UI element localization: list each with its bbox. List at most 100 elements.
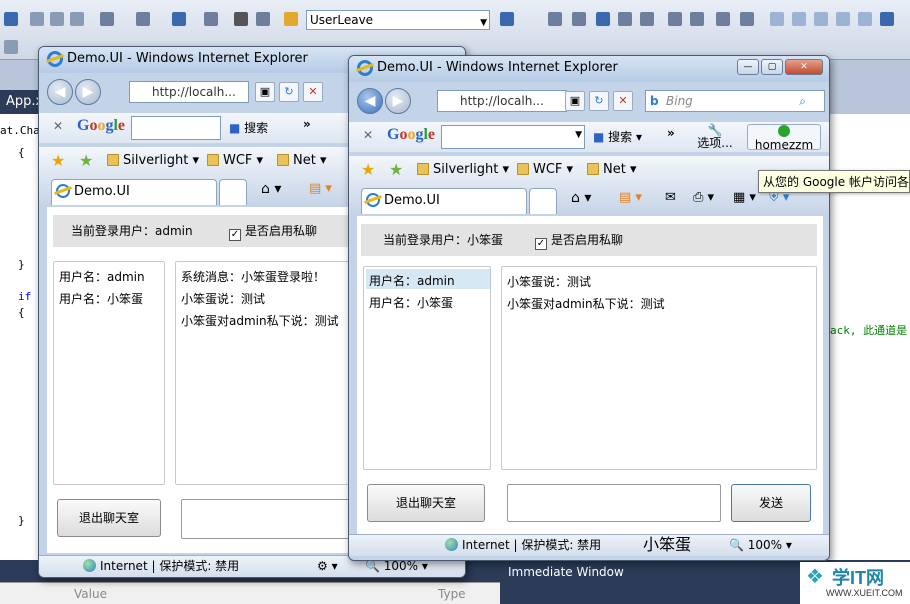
google-search-input[interactable] bbox=[131, 116, 221, 140]
uncomment-icon[interactable] bbox=[740, 12, 754, 26]
stop-icon[interactable]: ✕ bbox=[613, 91, 633, 111]
back-icon[interactable]: ◀ bbox=[47, 79, 73, 105]
compat-icon[interactable]: ▣ bbox=[565, 91, 585, 111]
redo-icon[interactable] bbox=[136, 12, 150, 26]
config-icon[interactable] bbox=[284, 12, 298, 26]
send-button[interactable]: 发送 bbox=[731, 484, 811, 522]
close-toolbar-icon[interactable]: ✕ bbox=[363, 128, 373, 142]
list-item[interactable]: 用户名：admin bbox=[369, 272, 455, 289]
new-tab-button[interactable] bbox=[529, 188, 557, 214]
stop-icon[interactable]: ✕ bbox=[303, 82, 323, 102]
fav-silverlight[interactable]: Silverlight ▾ bbox=[107, 153, 199, 169]
outdent-icon[interactable] bbox=[690, 12, 704, 26]
indent-icon[interactable] bbox=[668, 12, 682, 26]
toolbar2-icon[interactable] bbox=[4, 40, 18, 54]
fav-net[interactable]: Net ▾ bbox=[587, 162, 637, 178]
window-icon[interactable] bbox=[880, 12, 894, 26]
tab-demo-ui[interactable]: Demo.UI bbox=[361, 188, 527, 214]
find-icon[interactable] bbox=[256, 12, 270, 26]
message-input[interactable] bbox=[507, 484, 721, 522]
print-icon[interactable]: ⎙ ▾ bbox=[693, 190, 714, 205]
security-icon[interactable]: ⚙ ▾ bbox=[317, 556, 338, 576]
mail-icon[interactable]: ✉ bbox=[665, 190, 676, 205]
more-chevron-icon[interactable]: » bbox=[303, 117, 311, 131]
zone-indicator[interactable]: Internet | 保护模式: 禁用 bbox=[445, 535, 601, 555]
fav-silverlight[interactable]: Silverlight ▾ bbox=[417, 162, 509, 178]
fav-wcf[interactable]: WCF ▾ bbox=[207, 153, 263, 169]
add-favorite-icon[interactable]: ★ bbox=[79, 151, 93, 170]
refresh-icon[interactable]: ↻ bbox=[589, 91, 609, 111]
paste-icon[interactable] bbox=[70, 12, 84, 26]
fav-net[interactable]: Net ▾ bbox=[277, 153, 327, 169]
bookmark-clear-icon[interactable] bbox=[858, 12, 872, 26]
list-item[interactable]: 用户名：小笨蛋 bbox=[369, 294, 453, 311]
more-chevron-icon[interactable]: » bbox=[667, 126, 675, 140]
forward-icon[interactable]: ▶ bbox=[385, 88, 411, 114]
address-bar[interactable]: http://localh... bbox=[129, 81, 249, 103]
feeds-icon[interactable]: ▤ ▾ bbox=[619, 190, 642, 205]
add-favorite-icon[interactable]: ★ bbox=[389, 160, 403, 179]
close-toolbar-icon[interactable]: ✕ bbox=[53, 119, 63, 133]
solution-explorer-icon[interactable] bbox=[500, 12, 514, 26]
list-item[interactable]: 用户名：小笨蛋 bbox=[59, 290, 143, 307]
window-controls: — ▢ ✕ bbox=[737, 59, 823, 75]
google-search-button[interactable]: ■ 搜索 ▾ bbox=[593, 128, 642, 145]
google-account-button[interactable]: homezzm bbox=[747, 124, 821, 151]
save-icon[interactable] bbox=[4, 12, 18, 26]
code-brace: { bbox=[18, 306, 25, 319]
start-debug-icon[interactable] bbox=[234, 12, 248, 26]
favorites-star-icon[interactable]: ★ bbox=[361, 160, 375, 179]
solution-config-combo[interactable]: UserLeave ▼ bbox=[306, 10, 490, 30]
new-tab-button[interactable] bbox=[219, 179, 247, 205]
back-icon[interactable]: ◀ bbox=[357, 88, 383, 114]
bing-search-box[interactable]: b Bing ⌕ bbox=[645, 90, 825, 112]
chevron-down-icon[interactable]: ▼ bbox=[480, 14, 487, 32]
tab-demo-ui[interactable]: Demo.UI bbox=[51, 179, 217, 205]
options-button[interactable]: 🔧 选项... bbox=[695, 124, 735, 150]
zone-indicator[interactable]: Internet | 保护模式: 禁用 bbox=[83, 556, 239, 576]
format-icon[interactable] bbox=[640, 12, 654, 26]
list-item[interactable]: 用户名：admin bbox=[59, 268, 145, 285]
address-bar[interactable]: http://localh... bbox=[437, 90, 567, 112]
locals-panel: Value Type bbox=[0, 582, 500, 604]
undo-icon[interactable] bbox=[100, 12, 114, 26]
class-view-icon[interactable] bbox=[596, 12, 610, 26]
compat-icon[interactable]: ▣ bbox=[255, 82, 275, 102]
user-info-bar: 当前登录用户：小笨蛋 ✓ 是否启用私聊 bbox=[361, 224, 817, 256]
bookmark-icon[interactable] bbox=[770, 12, 784, 26]
chevron-down-icon[interactable]: ▼ bbox=[575, 130, 582, 140]
close-icon[interactable]: ✕ bbox=[785, 59, 823, 75]
fav-wcf[interactable]: WCF ▾ bbox=[517, 162, 573, 178]
navigate-icon[interactable] bbox=[172, 12, 186, 26]
value-column-header[interactable]: Value bbox=[74, 587, 107, 601]
bookmark-next-icon[interactable] bbox=[814, 12, 828, 26]
home-icon[interactable]: ⌂ ▾ bbox=[261, 181, 281, 197]
favorites-star-icon[interactable]: ★ bbox=[51, 151, 65, 170]
leave-chat-button[interactable]: 退出聊天室 bbox=[57, 499, 161, 537]
properties-icon[interactable] bbox=[548, 12, 562, 26]
bookmark-folder-icon[interactable] bbox=[836, 12, 850, 26]
google-search-button[interactable]: ■ 搜索 bbox=[229, 119, 268, 136]
private-chat-checkbox[interactable]: ✓ 是否启用私聊 bbox=[535, 224, 623, 256]
forward-icon[interactable]: ▶ bbox=[75, 79, 101, 105]
font-icon[interactable] bbox=[618, 12, 632, 26]
bookmark-prev-icon[interactable] bbox=[792, 12, 806, 26]
home-icon[interactable]: ⌂ ▾ bbox=[571, 190, 591, 206]
comment-icon[interactable] bbox=[716, 12, 730, 26]
toolbox-icon[interactable] bbox=[572, 12, 586, 26]
build-icon[interactable] bbox=[204, 12, 218, 26]
zoom-control[interactable]: 🔍 100% ▾ bbox=[729, 535, 792, 555]
private-chat-checkbox[interactable]: ✓ 是否启用私聊 bbox=[229, 215, 317, 247]
refresh-icon[interactable]: ↻ bbox=[279, 82, 299, 102]
leave-chat-button[interactable]: 退出聊天室 bbox=[367, 484, 485, 522]
feeds-icon[interactable]: ▤ ▾ bbox=[309, 181, 332, 196]
search-icon[interactable]: ⌕ bbox=[799, 91, 806, 111]
cut-icon[interactable] bbox=[30, 12, 44, 26]
minimize-icon[interactable]: — bbox=[737, 59, 759, 75]
page-icon[interactable]: ▦ ▾ bbox=[733, 190, 756, 205]
google-search-input[interactable]: ▼ bbox=[441, 125, 585, 149]
type-column-header[interactable]: Type bbox=[438, 587, 466, 601]
maximize-icon[interactable]: ▢ bbox=[761, 59, 783, 75]
immediate-window-title[interactable]: Immediate Window bbox=[504, 562, 804, 582]
copy-icon[interactable] bbox=[50, 12, 64, 26]
